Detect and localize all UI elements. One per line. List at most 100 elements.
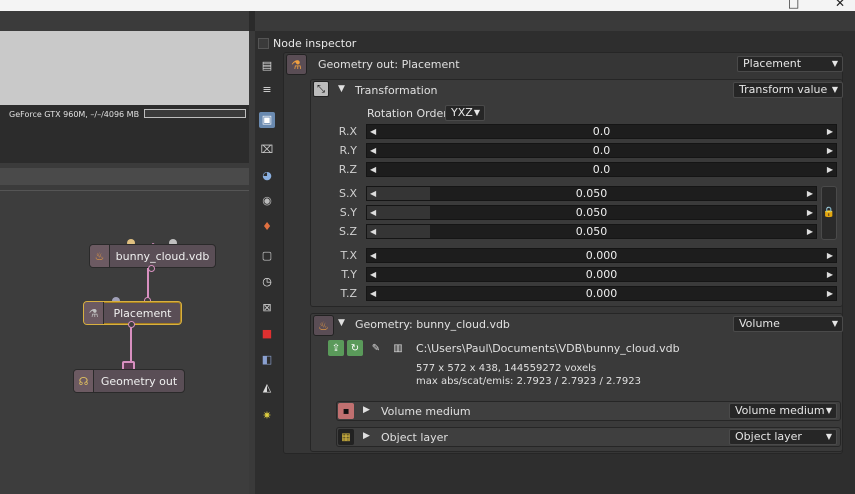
flame-icon: ♨ — [313, 315, 334, 336]
geometry-label: Geometry: bunny_cloud.vdb — [355, 318, 510, 331]
slider-value: 0.050 — [575, 206, 608, 219]
decrement-arrow-icon[interactable]: ◀ — [370, 249, 376, 262]
texture-icon[interactable]: ◉ — [259, 193, 275, 209]
emission-icon[interactable]: ✷ — [259, 408, 275, 424]
slider-value: 0.0 — [592, 125, 611, 138]
rotation-order-dropdown[interactable]: YXZ ▼ — [445, 105, 485, 121]
slider-value: 0.000 — [585, 249, 618, 262]
value-slider-rz[interactable]: 0.0 ◀ ▶ — [366, 162, 837, 177]
image-icon[interactable]: ▣ — [259, 112, 275, 128]
maximize-button[interactable]: □ — [788, 0, 799, 10]
slider-value: 0.000 — [585, 287, 618, 300]
rotation-order-label: Rotation Order — [367, 107, 448, 120]
lock-icon[interactable]: 🔒 — [821, 186, 837, 240]
volume-medium-dropdown[interactable]: Volume medium ▼ — [729, 403, 837, 419]
wire — [130, 326, 132, 364]
graph-header — [0, 168, 249, 185]
wrench-icon[interactable]: ✎ — [368, 340, 384, 356]
slider-label: S.Z — [338, 225, 357, 238]
increment-arrow-icon[interactable]: ▶ — [827, 163, 833, 176]
increment-arrow-icon[interactable]: ▶ — [807, 206, 813, 219]
list-icon[interactable]: ≡ — [259, 82, 275, 98]
reload-icon[interactable]: ↻ — [347, 340, 363, 356]
cube-icon[interactable]: ■ — [259, 326, 275, 342]
decrement-arrow-icon[interactable]: ◀ — [370, 163, 376, 176]
render-viewport[interactable] — [0, 31, 249, 105]
paint-icon[interactable]: ♦ — [259, 219, 275, 235]
value-slider-tz[interactable]: 0.000 ◀ ▶ — [366, 286, 837, 301]
gpu-memory-meter — [144, 109, 246, 118]
slider-value: 0.050 — [575, 187, 608, 200]
increment-arrow-icon[interactable]: ▶ — [827, 287, 833, 300]
object-layer-dropdown[interactable]: Object layer ▼ — [729, 429, 837, 445]
decrement-arrow-icon[interactable]: ◀ — [370, 144, 376, 157]
geometry-out-icon: ☊ — [74, 370, 94, 392]
slider-label: S.X — [338, 187, 357, 200]
output-pin[interactable] — [128, 321, 135, 328]
material-icon[interactable]: ◕ — [259, 168, 275, 184]
slider-value: 0.0 — [592, 163, 611, 176]
increment-arrow-icon[interactable]: ▶ — [807, 187, 813, 200]
slider-label: R.Z — [338, 163, 357, 176]
decrement-arrow-icon[interactable]: ◀ — [370, 287, 376, 300]
value-slider-rx[interactable]: 0.0 ◀ ▶ — [366, 124, 837, 139]
decrement-arrow-icon[interactable]: ◀ — [370, 268, 376, 281]
inspector-checkbox[interactable] — [258, 38, 269, 49]
decrement-arrow-icon[interactable]: ◀ — [370, 187, 376, 200]
decrement-arrow-icon[interactable]: ◀ — [370, 225, 376, 238]
transform-node-icon: ⤡ — [313, 81, 329, 97]
object-layer-label: Object layer — [381, 431, 448, 444]
collapse-arrow-icon[interactable]: ▶ — [363, 405, 370, 415]
output-pin[interactable] — [148, 265, 155, 272]
object-layer-icon: ▦ — [338, 429, 354, 445]
expand-arrow-icon[interactable]: ▼ — [338, 84, 345, 94]
value-slider-tx[interactable]: 0.000 ◀ ▶ — [366, 248, 837, 263]
load-file-icon[interactable]: ⇪ — [328, 340, 344, 356]
geometry-out-dropdown[interactable]: Placement ▼ — [737, 56, 843, 72]
increment-arrow-icon[interactable]: ▶ — [827, 125, 833, 138]
slider-label: R.Y — [339, 144, 357, 157]
geometry-icon[interactable]: ◧ — [259, 352, 275, 368]
increment-arrow-icon[interactable]: ▶ — [807, 225, 813, 238]
value-slider-ry[interactable]: 0.0 ◀ ▶ — [366, 143, 837, 158]
geometry-out-node-icon: ⚗ — [286, 54, 307, 75]
expand-arrow-icon[interactable]: ▼ — [338, 318, 345, 328]
increment-arrow-icon[interactable]: ▶ — [827, 249, 833, 262]
slider-label: T.Z — [340, 287, 357, 300]
value-slider-ty[interactable]: 0.000 ◀ ▶ — [366, 267, 837, 282]
decrement-arrow-icon[interactable]: ◀ — [370, 125, 376, 138]
close-button[interactable]: ✕ — [835, 0, 845, 10]
collapse-arrow-icon[interactable]: ▶ — [363, 431, 370, 441]
node-label: Geometry out — [100, 374, 178, 388]
slider-label: T.Y — [341, 268, 357, 281]
transform-value-dropdown[interactable]: Transform value ▼ — [733, 82, 843, 98]
slider-label: R.X — [338, 125, 357, 138]
value-slider-sz[interactable]: 0.050 ◀ ▶ — [366, 224, 817, 239]
slider-value: 0.0 — [592, 144, 611, 157]
value-slider-sx[interactable]: 0.050 ◀ ▶ — [366, 186, 817, 201]
increment-arrow-icon[interactable]: ▶ — [827, 144, 833, 157]
layers-icon[interactable]: ▤ — [259, 58, 275, 74]
slider-value: 0.000 — [585, 268, 618, 281]
node-geometry-out[interactable]: ☊ Geometry out — [73, 369, 185, 393]
slider-label: S.Y — [339, 206, 357, 219]
volume-stats: max abs/scat/emis: 2.7923 / 2.7923 / 2.7… — [416, 376, 641, 387]
display-icon[interactable]: ▢ — [259, 248, 275, 264]
inspector-title: Node inspector — [273, 37, 357, 50]
decrement-arrow-icon[interactable]: ◀ — [370, 206, 376, 219]
camera-icon[interactable]: ⌧ — [259, 142, 275, 158]
value-slider-sy[interactable]: 0.050 ◀ ▶ — [366, 205, 817, 220]
transform-icon[interactable]: ⊠ — [259, 300, 275, 316]
increment-arrow-icon[interactable]: ▶ — [827, 268, 833, 281]
node-label: bunny_cloud.vdb — [115, 249, 210, 263]
app-window: □ ✕ GeForce GTX 960M, –/–/4096 MB ♨ bunn… — [0, 0, 855, 494]
film-icon[interactable]: ▥ — [390, 340, 406, 356]
voxel-info: 577 x 572 x 438, 144559272 voxels — [416, 363, 597, 374]
transformation-label: Transformation — [355, 84, 438, 97]
slider-label: T.X — [340, 249, 357, 262]
node-graph[interactable] — [0, 190, 249, 494]
environment-icon[interactable]: ◭ — [259, 380, 275, 396]
clock-icon[interactable]: ◷ — [259, 274, 275, 290]
title-bar: □ ✕ — [0, 0, 855, 11]
geometry-type-dropdown[interactable]: Volume ▼ — [733, 316, 843, 332]
